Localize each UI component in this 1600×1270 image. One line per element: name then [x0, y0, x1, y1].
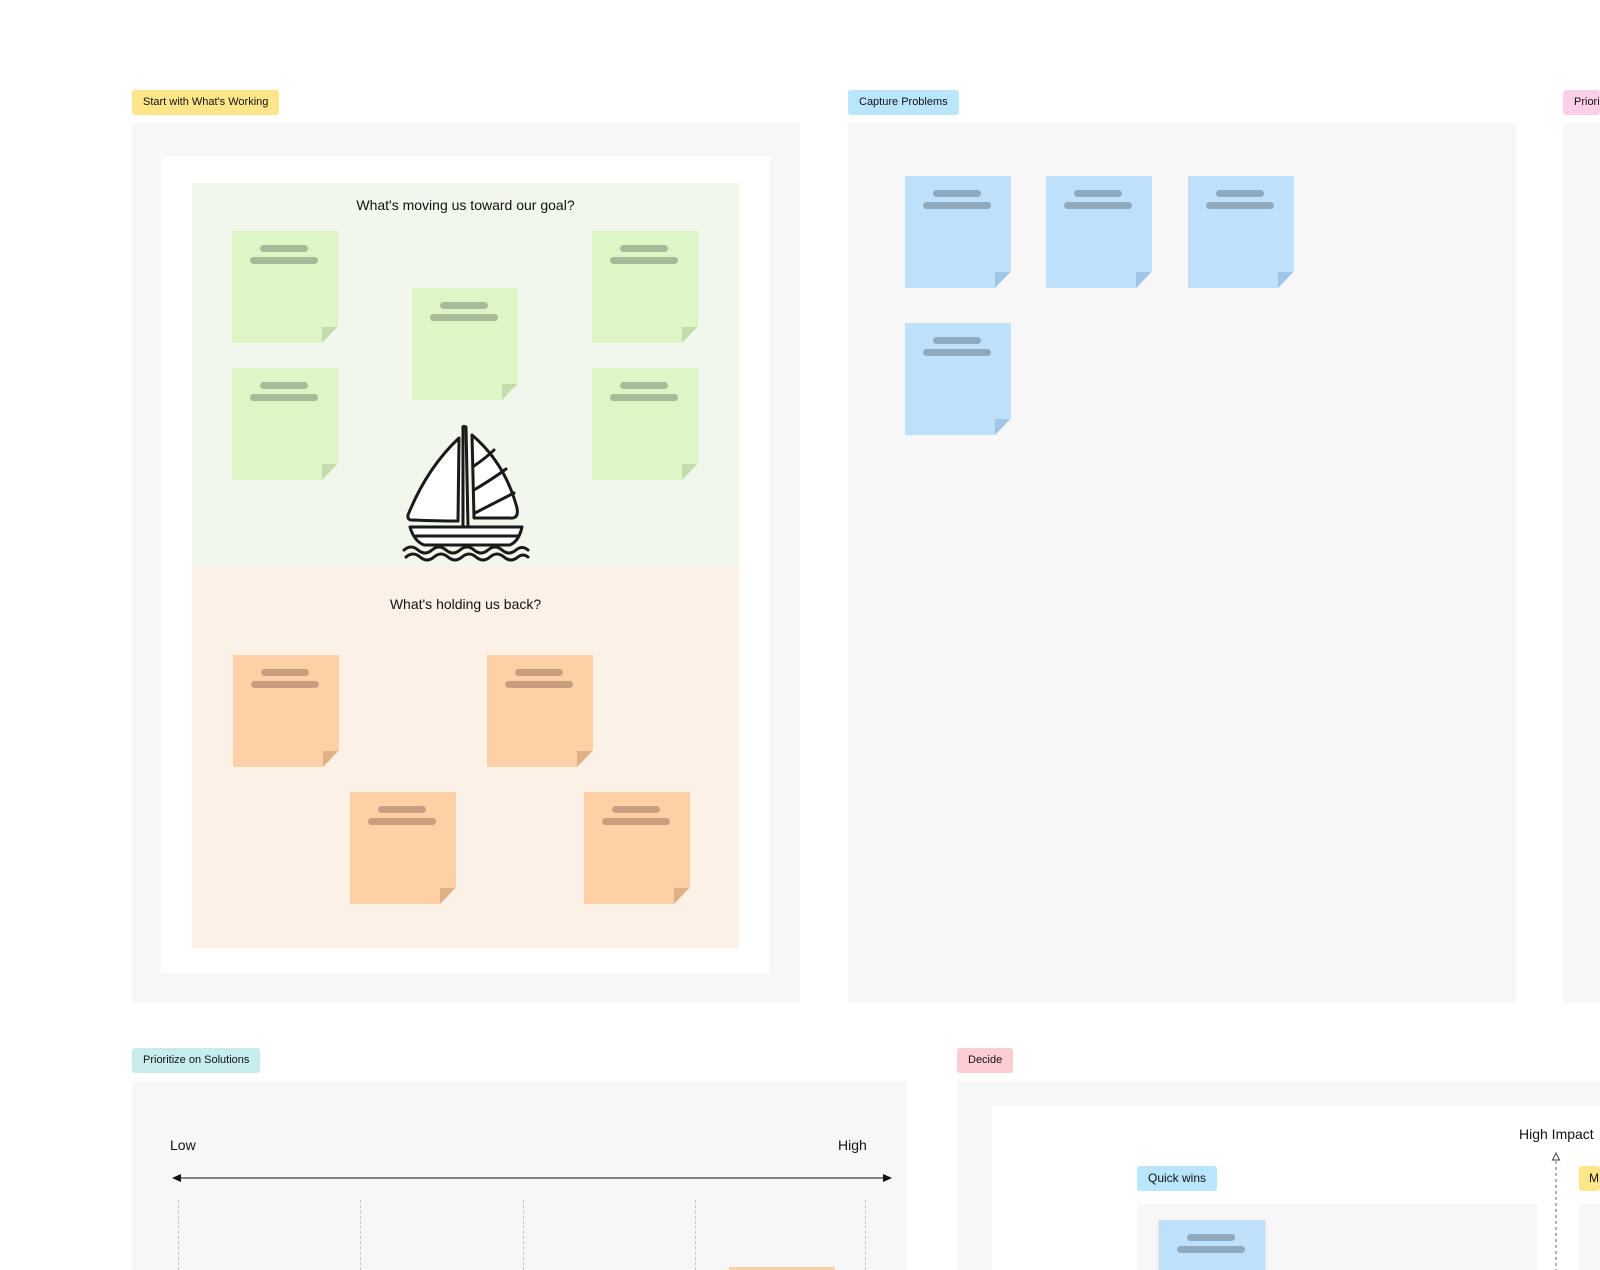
sticky-note[interactable]	[350, 792, 456, 904]
scale-gridline	[523, 1200, 524, 1270]
scale-gridline	[695, 1200, 696, 1270]
section-tag-prioritize[interactable]: Priori	[1563, 90, 1600, 115]
quadrant-second	[1579, 1204, 1600, 1270]
scale-gridline	[865, 1200, 866, 1270]
high-impact-label: High Impact	[1519, 1126, 1594, 1142]
impact-axis-arrow	[1551, 1152, 1561, 1270]
frame-prioritize-solutions: Low High	[132, 1081, 907, 1270]
zone-holding-back: What's holding us back?	[192, 566, 739, 948]
sticky-note[interactable]	[1159, 1220, 1265, 1270]
sticky-note[interactable]	[232, 368, 338, 480]
frame-whats-working: What's moving us toward our goal? What's…	[132, 123, 800, 1003]
zone-moving-toward-goal: What's moving us toward our goal?	[192, 183, 739, 566]
scale-high-label: High	[838, 1137, 867, 1153]
whats-working-panel: What's moving us toward our goal? What's…	[161, 156, 770, 973]
sailboat-illustration[interactable]	[402, 423, 532, 563]
sticky-note[interactable]	[905, 323, 1011, 435]
sticky-note[interactable]	[1046, 176, 1152, 288]
sticky-note[interactable]	[232, 231, 338, 343]
sticky-note[interactable]	[584, 792, 690, 904]
sticky-note[interactable]	[233, 655, 339, 767]
section-tag-decide[interactable]: Decide	[957, 1048, 1014, 1073]
sticky-note[interactable]	[592, 368, 698, 480]
quadrant-tag-second[interactable]: M	[1579, 1166, 1600, 1191]
frame-decide: High Impact Quick wins M	[957, 1081, 1600, 1270]
sticky-note[interactable]	[1188, 176, 1294, 288]
zone-title-holding-back: What's holding us back?	[389, 596, 542, 612]
section-tag-whats-working[interactable]: Start with What's Working	[132, 90, 280, 115]
quadrant-tag-quick-wins[interactable]: Quick wins	[1137, 1166, 1218, 1191]
decide-panel: High Impact Quick wins M	[992, 1106, 1600, 1270]
sticky-note[interactable]	[412, 288, 518, 400]
scale-gridline	[360, 1200, 361, 1270]
frame-prioritize	[1563, 123, 1600, 1003]
scale-axis-arrow	[172, 1174, 892, 1182]
scale-gridline	[178, 1200, 179, 1270]
scale-low-label: Low	[170, 1137, 196, 1153]
section-tag-capture-problems[interactable]: Capture Problems	[848, 90, 959, 115]
zone-title-moving: What's moving us toward our goal?	[356, 197, 575, 213]
section-tag-prioritize-solutions[interactable]: Prioritize on Solutions	[132, 1048, 261, 1073]
frame-capture-problems	[848, 123, 1516, 1003]
sticky-note[interactable]	[905, 176, 1011, 288]
sticky-note[interactable]	[487, 655, 593, 767]
sticky-note[interactable]	[592, 231, 698, 343]
